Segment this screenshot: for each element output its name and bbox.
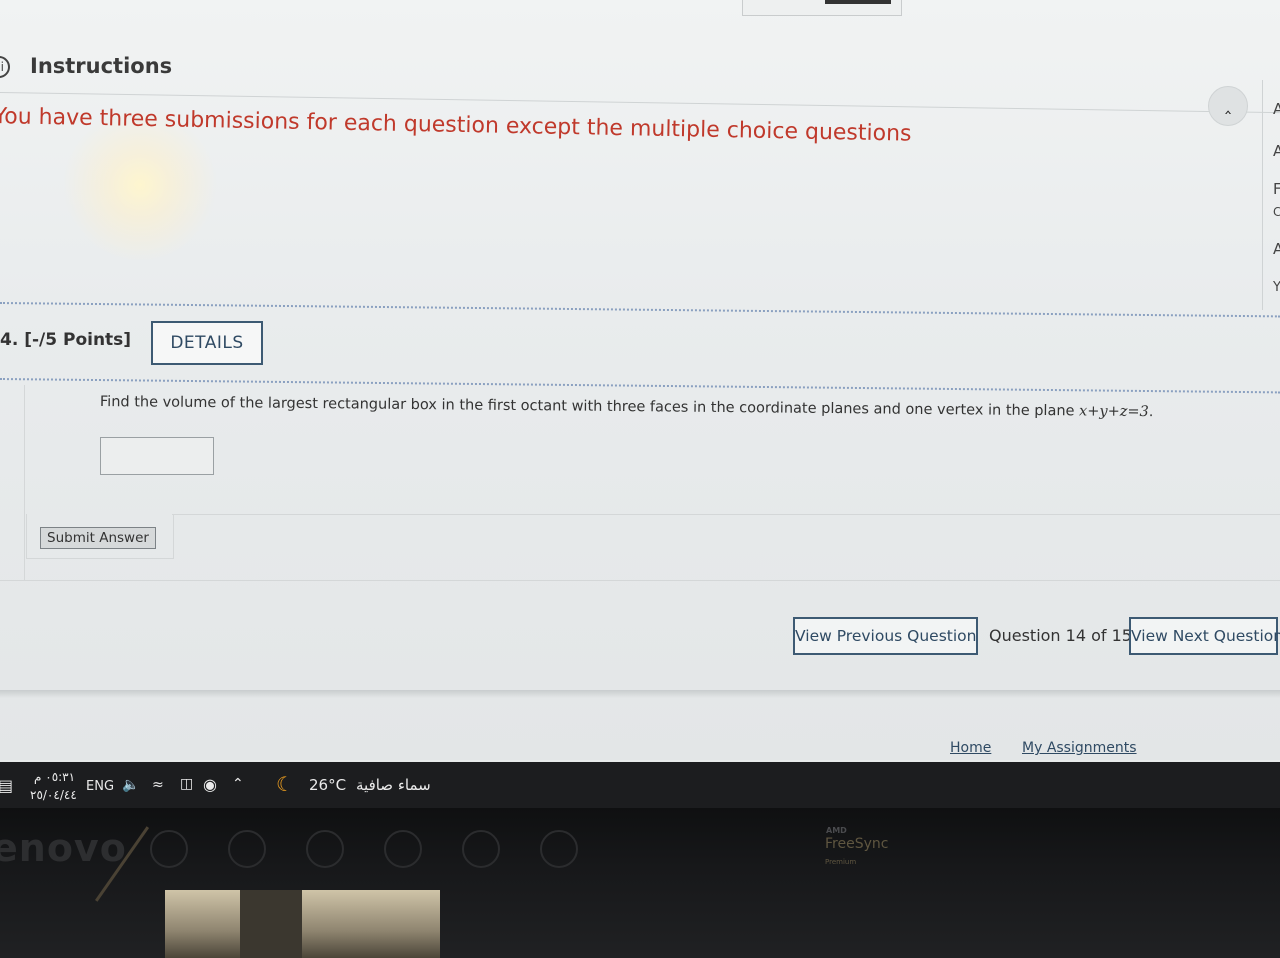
sidebar-fragment-text: A — [1273, 100, 1280, 118]
taskbar-time[interactable]: ٠٥:٣١ م — [34, 770, 75, 784]
question-points-label: 4. [-/5 Points] — [0, 330, 132, 350]
badge-icon — [306, 830, 344, 868]
windows-taskbar: ▤ ٠٥:٣١ م ٢٥/٠٤/٤٤ ENG 🔈 ≈ ◫ ◉ ⌃ ☾ 26°C … — [0, 762, 1280, 808]
browser-screen: i Instructions You have three submission… — [0, 0, 1280, 760]
sidebar-fragment-text: C — [1273, 205, 1280, 219]
chevron-up-icon: ‸ — [1224, 94, 1232, 115]
freesync-subtext: Premium — [825, 858, 857, 866]
battery-icon[interactable]: ◫ — [180, 776, 193, 792]
plane-equation: x+y+z=3 — [1079, 403, 1149, 421]
language-indicator[interactable]: ENG — [86, 779, 114, 794]
monitor-stand-shadow — [240, 890, 302, 958]
instructions-title: Instructions — [30, 54, 173, 78]
speaker-icon[interactable]: 🔈 — [122, 777, 139, 793]
submit-answer-button[interactable]: Submit Answer — [40, 527, 156, 549]
badge-icon — [462, 830, 500, 868]
view-previous-question-button[interactable]: View Previous Question — [793, 617, 978, 655]
question-bottom-divider — [0, 580, 1280, 581]
right-sidebar-fragment: A A F C A Y — [1262, 80, 1280, 310]
freesync-text: FreeSync — [825, 836, 889, 852]
badge-icon — [384, 830, 422, 868]
sidebar-fragment-text: F — [1273, 180, 1280, 198]
freesync-logo: FreeSync Premium — [825, 836, 888, 868]
monitor-stand — [165, 890, 440, 958]
sidebar-fragment-text: Y — [1273, 280, 1280, 295]
answer-input[interactable] — [100, 437, 214, 475]
amd-logo: AMD — [826, 826, 847, 835]
info-icon: i — [0, 56, 10, 78]
view-next-question-button[interactable]: View Next Question — [1129, 617, 1280, 655]
sidebar-fragment-text: A — [1273, 142, 1280, 160]
monitor-feature-badges — [150, 830, 810, 874]
monitor-brand-logo: enovo — [0, 826, 127, 870]
submit-divider — [172, 514, 1280, 515]
section-divider — [0, 302, 1280, 318]
record-icon[interactable]: ◉ — [203, 775, 217, 794]
footer-home-link[interactable]: Home — [950, 740, 991, 756]
weather-description[interactable]: سماء صافية — [356, 776, 431, 794]
question-text-suffix: . — [1148, 404, 1154, 421]
panel-bottom-shadow — [0, 690, 1280, 698]
wifi-icon[interactable]: ≈ — [152, 777, 164, 793]
badge-icon — [540, 830, 578, 868]
badge-icon — [150, 830, 188, 868]
sidebar-fragment-text: A — [1273, 240, 1280, 258]
chevron-up-icon[interactable]: ⌃ — [232, 776, 244, 792]
footer-assignments-link[interactable]: My Assignments — [1022, 740, 1137, 756]
taskbar-date[interactable]: ٢٥/٠٤/٤٤ — [30, 788, 77, 802]
question-counter: Question 14 of 15 — [989, 626, 1132, 645]
details-button[interactable]: DETAILS — [151, 321, 263, 365]
top-toolbar-fragment — [742, 0, 902, 16]
collapse-chevron-up-button[interactable]: ‸ — [1208, 86, 1248, 126]
weather-temperature[interactable]: 26°C — [309, 776, 346, 794]
moon-weather-icon: ☾ — [276, 772, 294, 796]
badge-icon — [228, 830, 266, 868]
notification-icon[interactable]: ▤ — [0, 776, 13, 795]
